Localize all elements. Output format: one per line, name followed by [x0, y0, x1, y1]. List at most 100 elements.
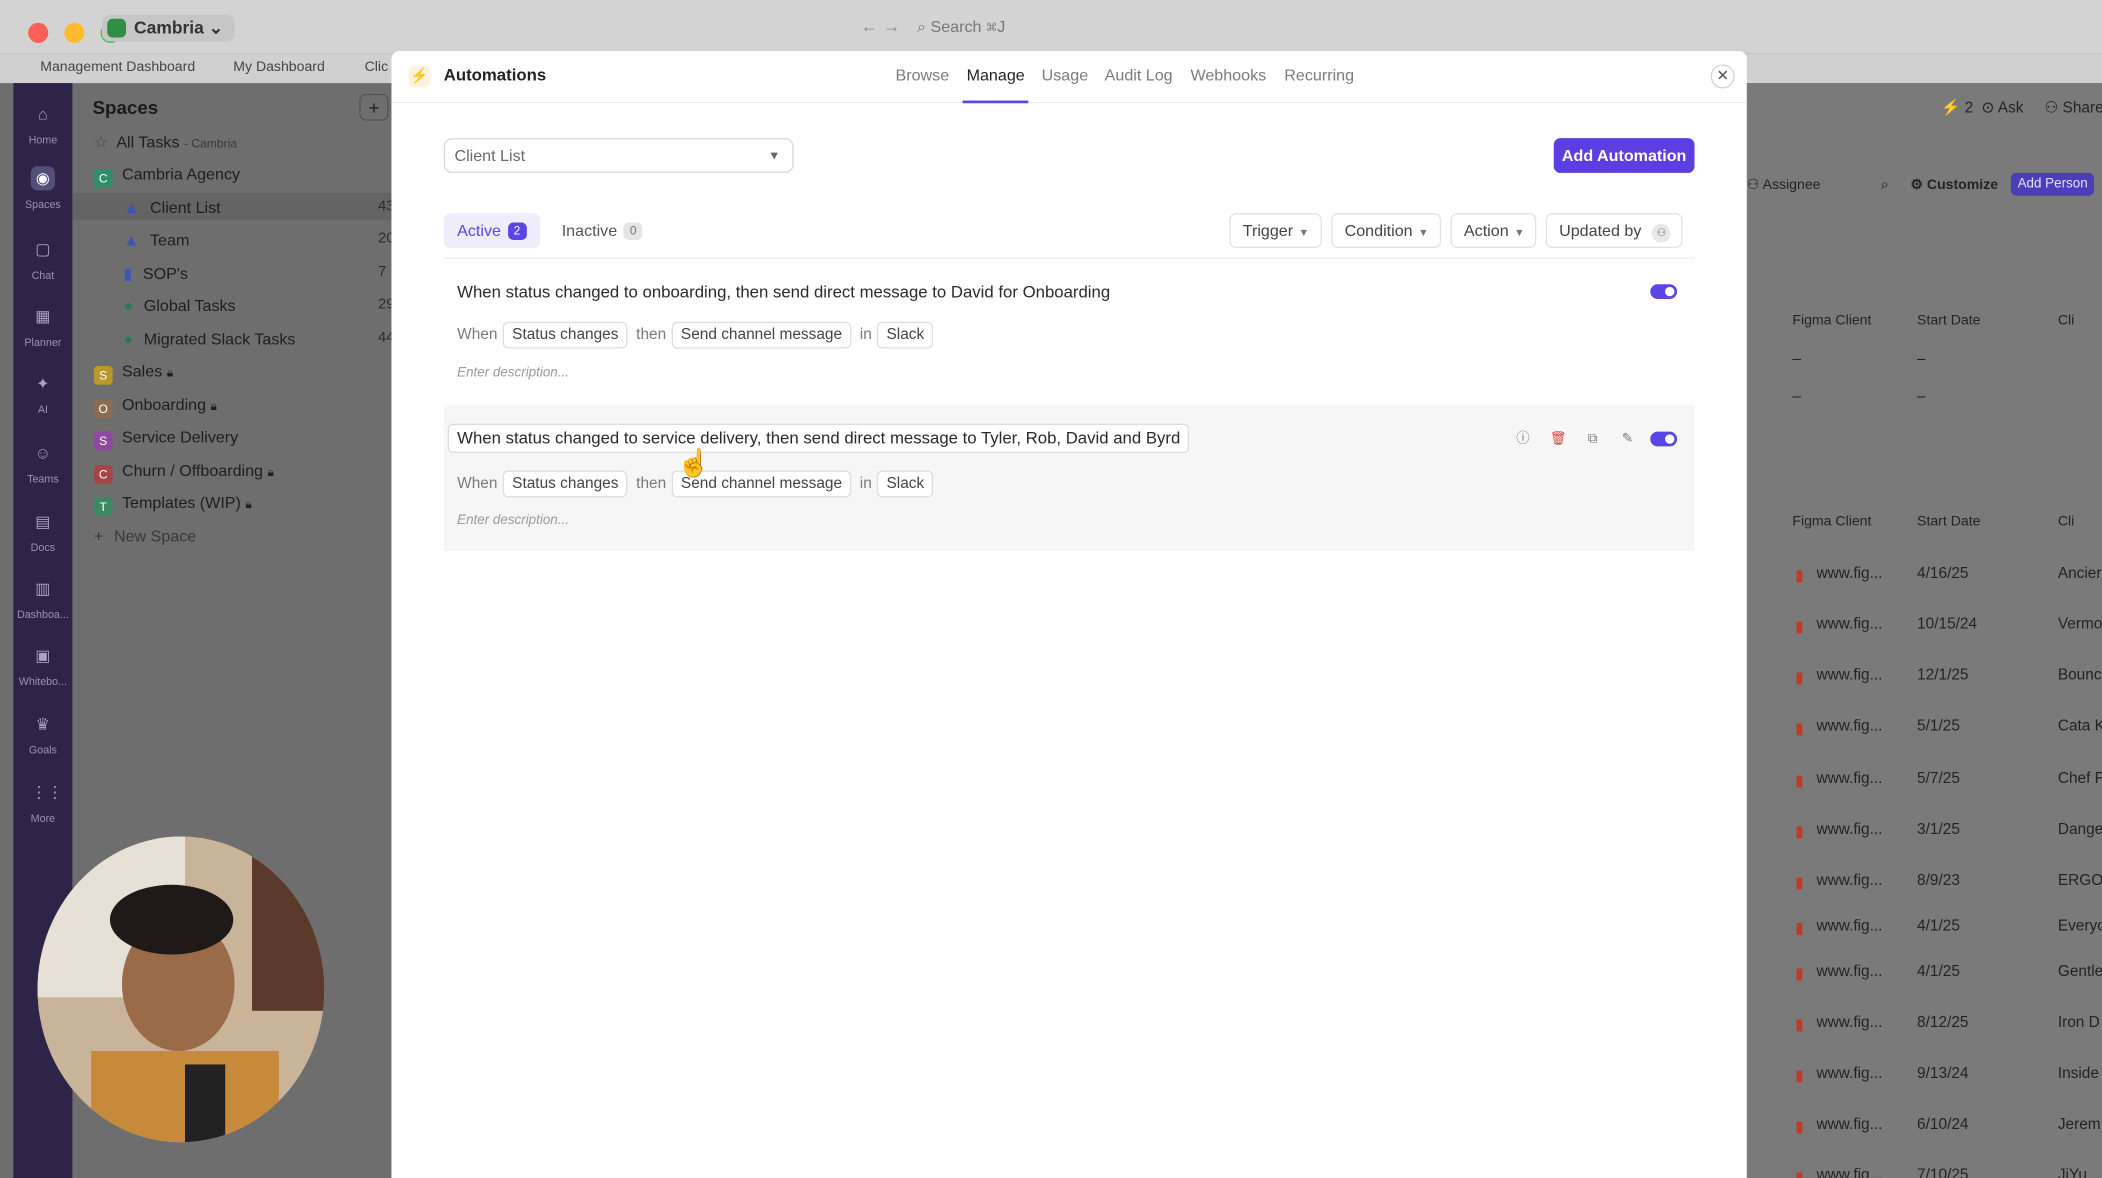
- action-chip[interactable]: Send channel message: [671, 321, 852, 349]
- assignee-filter[interactable]: ⚇ Assignee: [1747, 177, 1821, 193]
- tab-audit-log[interactable]: Audit Log: [1105, 66, 1173, 85]
- rail-dashboards[interactable]: ▥ Dashboa...: [13, 576, 72, 621]
- rail-spaces[interactable]: ◉ Spaces: [13, 166, 72, 210]
- minimize-window-button[interactable]: [64, 22, 85, 43]
- location-select[interactable]: Client List ▼: [443, 138, 794, 173]
- customize-button[interactable]: ⚙ Customize: [1910, 177, 1998, 193]
- client-cell: Vermo: [2057, 616, 2102, 633]
- rail-docs[interactable]: ▤ Docs: [13, 509, 72, 554]
- tab-recurring[interactable]: Recurring: [1284, 66, 1354, 85]
- close-window-button[interactable]: [28, 22, 49, 43]
- new-space-button[interactable]: + New Space: [94, 524, 196, 548]
- sidebar-item-global-tasks[interactable]: ● Global Tasks: [123, 294, 235, 318]
- sidebar-item-team[interactable]: ▲ Team: [123, 228, 189, 252]
- updated-by-filter[interactable]: Updated by ⚇: [1545, 213, 1683, 249]
- description-input[interactable]: Enter description...: [457, 513, 569, 528]
- figma-link[interactable]: www.fig...: [1817, 873, 1883, 889]
- space-badge: S: [93, 431, 113, 451]
- workspace-switcher[interactable]: Cambria ⌄: [101, 14, 234, 42]
- search-icon[interactable]: ⌕: [1881, 177, 1889, 194]
- sidebar-item-sops[interactable]: ▮ SOP's: [123, 261, 188, 285]
- figma-icon: ▮: [1795, 619, 1804, 636]
- client-cell: ERGO: [2057, 872, 2102, 889]
- bookmark-item[interactable]: Clic: [365, 59, 388, 75]
- figma-link[interactable]: www.fig...: [1817, 1066, 1883, 1082]
- sidebar-item-onboarding[interactable]: O Onboarding 🔒︎: [93, 393, 217, 419]
- search-icon: ⌕: [916, 17, 926, 37]
- client-cell: Jerem: [2057, 1116, 2101, 1133]
- rail-more[interactable]: ⋮⋮ More: [13, 780, 72, 825]
- close-icon[interactable]: ✕: [1710, 64, 1735, 89]
- start-date-cell: 5/1/25: [1917, 718, 1960, 735]
- trash-icon[interactable]: 🗑︎: [1550, 432, 1567, 448]
- trigger-filter[interactable]: Trigger ▼: [1229, 213, 1322, 249]
- figma-link[interactable]: www.fig...: [1817, 1015, 1883, 1031]
- tab-inactive[interactable]: Inactive 0: [548, 213, 656, 248]
- client-cell: JiYu: [2057, 1167, 2087, 1178]
- rail-home[interactable]: ⌂ Home: [13, 102, 72, 147]
- copy-icon[interactable]: ⧉: [1585, 432, 1601, 448]
- figma-link[interactable]: www.fig...: [1817, 964, 1883, 980]
- trigger-chip[interactable]: Status changes: [502, 321, 628, 349]
- sidebar-item-sales[interactable]: S Sales 🔒︎: [93, 359, 173, 385]
- nav-arrows[interactable]: ← →: [861, 16, 901, 36]
- rail-teams[interactable]: ☺ Teams: [13, 441, 72, 486]
- channel-chip[interactable]: Slack: [877, 470, 934, 498]
- person-icon: ▲: [123, 230, 140, 250]
- figma-link[interactable]: www.fig...: [1817, 1117, 1883, 1133]
- sidebar-item-all-tasks[interactable]: ☆ All Tasks - Cambria: [94, 130, 237, 154]
- edit-icon[interactable]: ✎: [1619, 432, 1635, 448]
- figma-icon: ▮: [1795, 875, 1804, 892]
- automation-toggle[interactable]: [1650, 431, 1678, 447]
- bookmark-item[interactable]: My Dashboard: [233, 59, 325, 75]
- trophy-icon: ♛: [35, 714, 51, 734]
- tab-manage[interactable]: Manage: [967, 66, 1025, 85]
- ask-button[interactable]: ⊙ Ask: [1981, 98, 2023, 117]
- description-input[interactable]: Enter description...: [457, 366, 569, 381]
- mouse-cursor-icon: ☝: [677, 449, 711, 479]
- sidebar-item-churn[interactable]: C Churn / Offboarding 🔒︎: [93, 458, 274, 484]
- figma-link[interactable]: www.fig...: [1817, 668, 1883, 684]
- share-button[interactable]: ⚇ Share: [2044, 98, 2102, 117]
- global-search[interactable]: ⌕ Search ⌘J: [917, 17, 1005, 37]
- tab-active[interactable]: Active 2: [443, 213, 540, 249]
- figma-link[interactable]: www.fig...: [1817, 719, 1883, 735]
- add-automation-button[interactable]: Add Automation: [1553, 138, 1695, 173]
- user-icon: ⚇: [1652, 223, 1671, 243]
- workspace-logo-icon: [107, 18, 127, 38]
- rail-whiteboards[interactable]: ▣ Whitebo...: [13, 643, 72, 688]
- automation-toggle[interactable]: [1650, 284, 1678, 299]
- figma-link[interactable]: www.fig...: [1817, 617, 1883, 633]
- automation-title[interactable]: When status changed to onboarding, then …: [457, 283, 1110, 302]
- info-icon[interactable]: ⓘ: [1515, 432, 1531, 448]
- rail-goals[interactable]: ♛ Goals: [13, 712, 72, 757]
- add-person-button[interactable]: Add Person: [2010, 172, 2095, 196]
- empty-cell: –: [1917, 388, 1926, 405]
- figma-link[interactable]: www.fig...: [1817, 566, 1883, 582]
- figma-link[interactable]: www.fig...: [1817, 1168, 1883, 1178]
- sidebar-item-migrated-slack-tasks[interactable]: ● Migrated Slack Tasks: [123, 327, 295, 351]
- figma-link[interactable]: www.fig...: [1817, 918, 1883, 934]
- trigger-chip[interactable]: Status changes: [502, 470, 628, 498]
- automation-title[interactable]: When status changed to service delivery,…: [447, 423, 1190, 454]
- tab-webhooks[interactable]: Webhooks: [1190, 66, 1266, 85]
- automation-row[interactable]: When status changed to onboarding, then …: [444, 265, 1695, 402]
- sidebar-item-service-delivery[interactable]: S Service Delivery: [93, 425, 238, 451]
- client-cell: Everyo: [2057, 918, 2102, 935]
- bookmark-item[interactable]: Management Dashboard: [40, 59, 195, 75]
- sidebar-item-templates[interactable]: T Templates (WIP) 🔒︎: [93, 491, 252, 517]
- condition-filter[interactable]: Condition ▼: [1331, 213, 1441, 249]
- action-filter[interactable]: Action ▼: [1450, 213, 1537, 249]
- figma-link[interactable]: www.fig...: [1817, 822, 1883, 838]
- tab-browse[interactable]: Browse: [896, 66, 950, 85]
- figma-link[interactable]: www.fig...: [1817, 771, 1883, 787]
- tab-usage[interactable]: Usage: [1042, 66, 1089, 85]
- sidebar-item-cambria-agency[interactable]: C Cambria Agency: [93, 162, 240, 188]
- rail-ai[interactable]: ✦ AI: [13, 371, 72, 416]
- rail-chat[interactable]: ▢ Chat: [13, 237, 72, 282]
- sidebar-item-client-list[interactable]: ▲ Client List: [123, 196, 220, 220]
- rail-planner[interactable]: ▦ Planner: [13, 304, 72, 349]
- add-space-button[interactable]: +: [359, 93, 389, 121]
- automation-row[interactable]: When status changed to service delivery,…: [443, 404, 1695, 551]
- channel-chip[interactable]: Slack: [877, 321, 934, 349]
